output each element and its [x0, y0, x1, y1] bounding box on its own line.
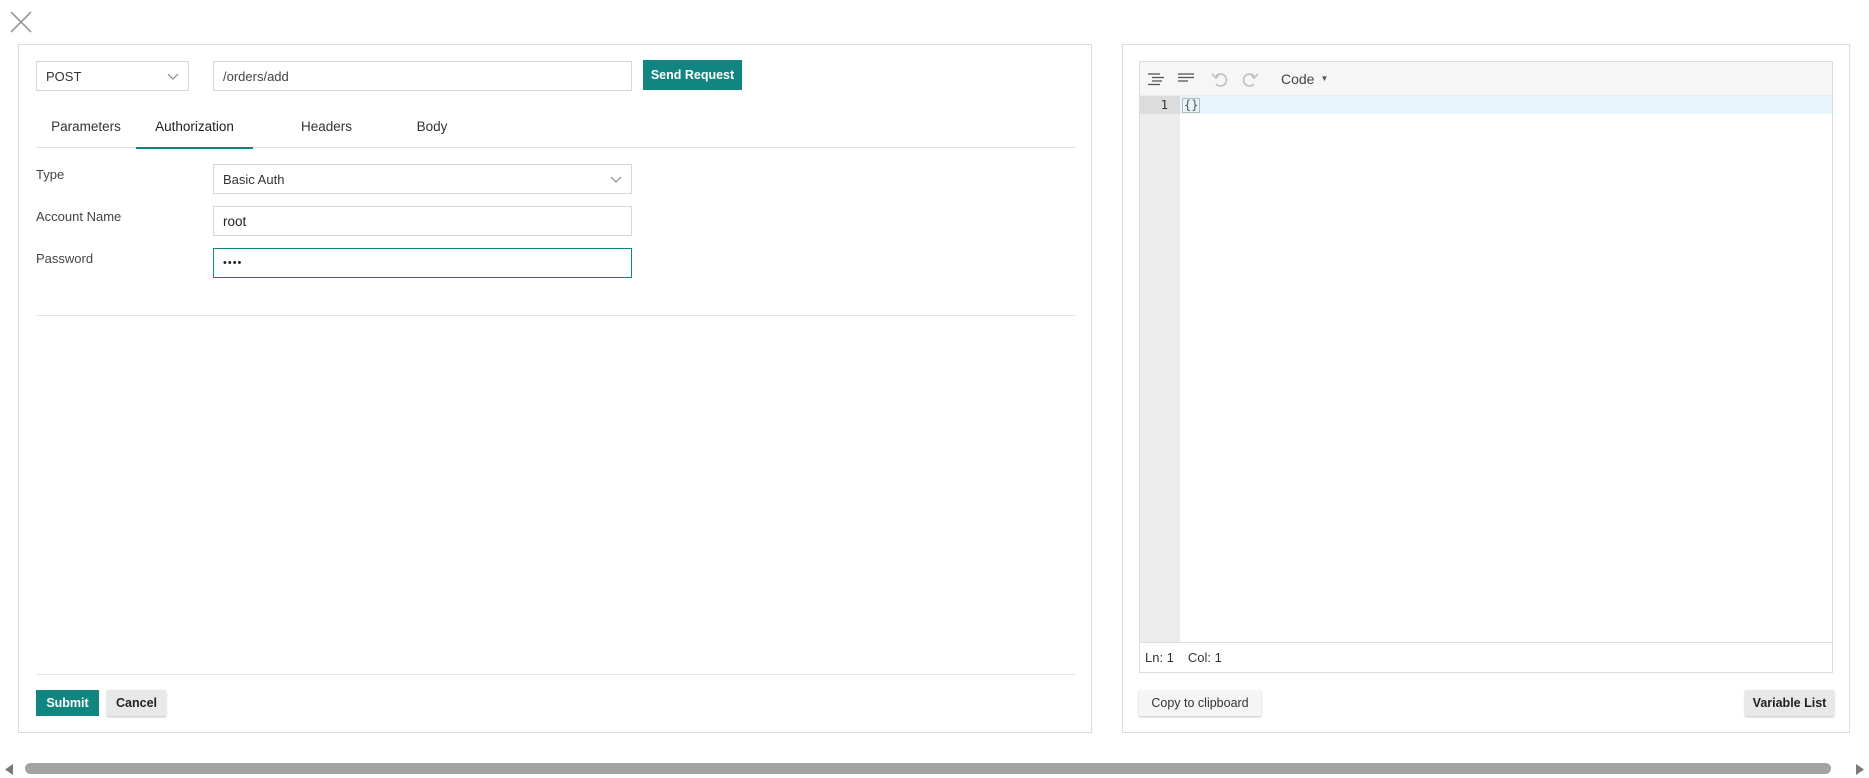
variable-list-button[interactable]: Variable List	[1745, 690, 1834, 716]
type-label: Type	[36, 167, 65, 182]
format-icon[interactable]	[1141, 62, 1171, 96]
account-name-value: root	[223, 213, 247, 229]
send-request-button[interactable]: Send Request	[643, 60, 742, 90]
code-line: {}	[1180, 96, 1832, 114]
code-text: {}	[1182, 97, 1201, 113]
code-editor: Code ▼ 1 {} Ln: 1 Col: 1	[1139, 61, 1833, 673]
copy-to-clipboard-button[interactable]: Copy to clipboard	[1139, 690, 1261, 716]
caret-down-icon: ▼	[1320, 74, 1329, 83]
url-input[interactable]	[213, 61, 632, 91]
horizontal-scrollbar[interactable]	[0, 759, 1869, 775]
compact-icon[interactable]	[1171, 62, 1201, 96]
redo-icon[interactable]	[1235, 62, 1265, 96]
mode-select[interactable]: Code ▼	[1281, 71, 1328, 87]
status-column: Col: 1	[1187, 650, 1222, 665]
tab-headers[interactable]: Headers	[253, 104, 400, 148]
chevron-down-icon	[610, 172, 622, 187]
code-area[interactable]: {}	[1180, 96, 1832, 642]
password-field[interactable]: ••••	[213, 248, 632, 278]
method-select[interactable]: POST	[36, 61, 189, 91]
scroll-left-icon[interactable]	[3, 763, 17, 775]
tab-authorization[interactable]: Authorization	[136, 104, 253, 149]
password-value: ••••	[223, 257, 243, 269]
scrollbar-thumb[interactable]	[25, 763, 1831, 774]
account-name-field[interactable]: root	[213, 206, 632, 236]
editor-panel: Code ▼ 1 {} Ln: 1 Col: 1 Copy to clipboa…	[1122, 44, 1850, 733]
request-panel: POST Send Request Parameters Authorizati…	[18, 44, 1092, 733]
line-number: 1	[1140, 96, 1180, 114]
account-name-label: Account Name	[36, 209, 122, 224]
request-tabs: Parameters Authorization Headers Body	[36, 104, 1076, 149]
tab-parameters[interactable]: Parameters	[36, 104, 136, 148]
editor-toolbar: Code ▼	[1140, 62, 1832, 96]
submit-button[interactable]: Submit	[36, 690, 99, 716]
cancel-button[interactable]: Cancel	[107, 690, 166, 716]
scroll-right-icon[interactable]	[1852, 763, 1866, 775]
form-divider	[36, 315, 1076, 316]
auth-type-value: Basic Auth	[223, 171, 285, 187]
chevron-down-icon	[167, 69, 179, 84]
mode-value: Code	[1281, 70, 1315, 87]
footer-divider	[36, 674, 1076, 675]
auth-type-select[interactable]: Basic Auth	[213, 164, 632, 194]
status-line: Ln: 1	[1145, 650, 1174, 665]
method-value: POST	[46, 68, 82, 84]
undo-icon[interactable]	[1205, 62, 1235, 96]
tab-body[interactable]: Body	[400, 104, 464, 148]
editor-status-bar: Ln: 1 Col: 1	[1140, 642, 1832, 672]
line-gutter: 1	[1140, 96, 1180, 642]
password-label: Password	[36, 251, 94, 266]
close-icon[interactable]	[8, 9, 34, 35]
